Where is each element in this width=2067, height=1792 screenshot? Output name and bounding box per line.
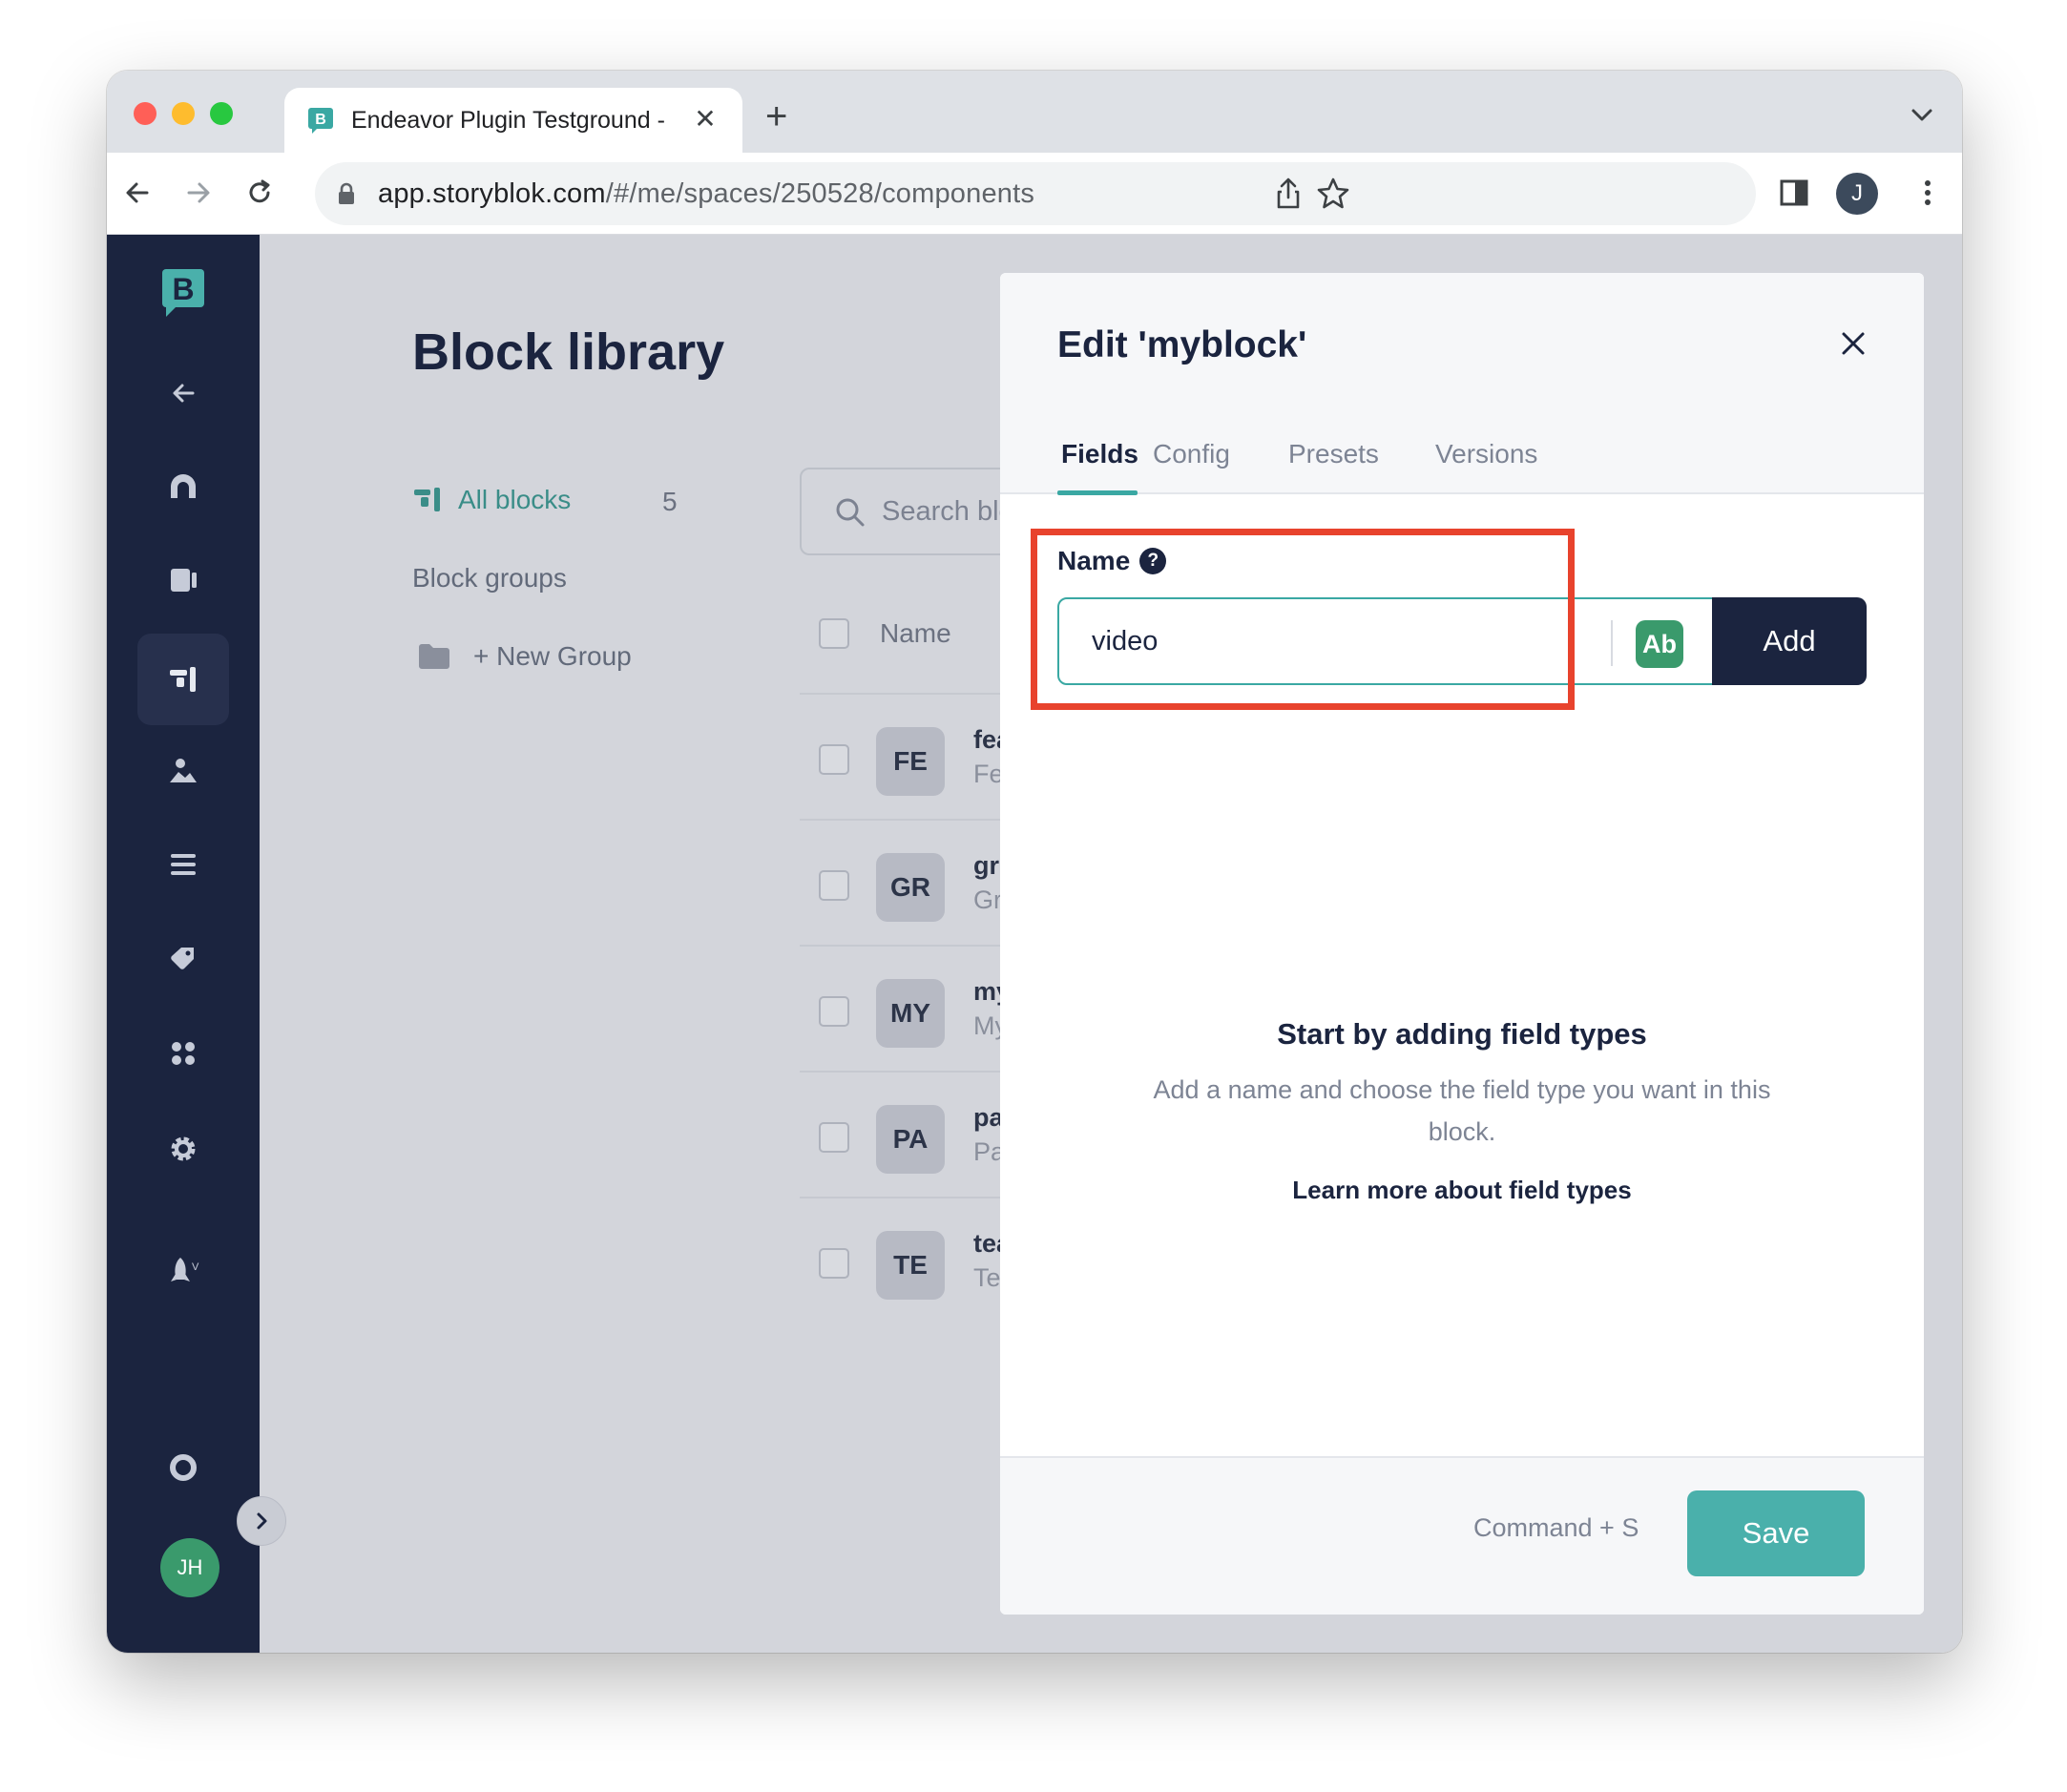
browser-tab[interactable]: B Endeavor Plugin Testground - ✕ [284,88,742,153]
folder-icon [419,644,449,669]
block-groups-heading: Block groups [412,563,567,593]
empty-state-title: Start by adding field types [1277,1017,1647,1051]
input-divider [1611,620,1613,666]
block-badge: GR [876,853,945,922]
close-window-button[interactable] [134,102,157,125]
panel-title: Edit 'myblock' [1057,324,1307,365]
row-checkbox[interactable] [819,744,849,775]
url-text: app.storyblok.com/#/me/spaces/250528/com… [378,178,1034,210]
release-icon[interactable]: V1 [157,1244,210,1298]
storyblok-logo-icon[interactable]: B [155,263,212,321]
browser-toolbar: app.storyblok.com/#/me/spaces/250528/com… [107,153,1962,235]
all-blocks-filter[interactable]: All blocks 5 [412,485,678,516]
forward-icon[interactable] [181,176,216,210]
tab-title: Endeavor Plugin Testground - [351,107,665,134]
browser-window: B Endeavor Plugin Testground - ✕ + app.s… [107,71,1962,1653]
svg-text:B: B [315,112,326,128]
url-host: app.storyblok.com [378,178,606,209]
bookmark-star-icon[interactable] [1315,176,1351,212]
lock-icon [339,182,354,204]
help-icon[interactable] [157,1441,210,1494]
side-panel-icon[interactable] [1777,176,1811,210]
chevron-down-icon[interactable] [1909,103,1935,126]
page-title: Block library [412,323,725,381]
tab-presets[interactable]: Presets [1288,439,1379,469]
user-avatar[interactable]: JH [160,1538,219,1597]
new-group-button[interactable]: + New Group [418,641,632,672]
search-icon [836,498,865,527]
block-library-icon [414,488,440,511]
panel-footer: Command + S Save [1000,1456,1924,1615]
datasources-icon[interactable] [157,838,210,891]
minimize-window-button[interactable] [172,102,195,125]
assets-icon[interactable] [157,744,210,798]
share-icon[interactable] [1271,176,1305,212]
svg-text:V1: V1 [192,1261,199,1273]
chevron-right-icon [257,1512,267,1530]
block-description: Te [973,1263,1001,1292]
row-checkbox[interactable] [819,870,849,901]
expand-sidebar-button[interactable] [237,1496,286,1546]
tags-icon[interactable] [157,931,210,985]
new-group-label: + New Group [473,641,632,671]
new-tab-button[interactable]: + [765,97,787,135]
tab-strip: B Endeavor Plugin Testground - ✕ + [107,71,1962,153]
all-blocks-label: All blocks [458,485,572,514]
storyblok-favicon-icon: B [308,108,333,134]
save-shortcut-hint: Command + S [1473,1513,1639,1542]
save-button[interactable]: Save [1687,1490,1865,1576]
block-badge: MY [876,979,945,1048]
block-description: Gr [973,886,1002,914]
reload-icon[interactable] [242,176,277,210]
block-badge: FE [876,727,945,796]
back-arrow-icon[interactable] [157,366,210,420]
row-checkbox[interactable] [819,1122,849,1153]
annotation-highlight-box [1031,529,1575,710]
logo-letter: B [172,272,194,306]
address-bar[interactable]: app.storyblok.com/#/me/spaces/250528/com… [315,162,1756,225]
table-header: Name [819,618,951,649]
row-checkbox[interactable] [819,1248,849,1279]
empty-state-description: Add a name and choose the field type you… [1153,1075,1771,1146]
block-description: Fe [973,760,1004,788]
learn-more-link[interactable]: Learn more about field types [1000,1176,1924,1205]
panel-header: Edit 'myblock' Fields Config Presets Ver… [1000,273,1924,495]
block-badge: PA [876,1105,945,1174]
block-name: pa [973,1103,1004,1132]
add-field-button[interactable]: Add [1712,597,1867,685]
close-icon[interactable] [1834,324,1872,363]
apps-icon[interactable] [157,1027,210,1080]
column-name-header[interactable]: Name [880,618,951,649]
block-library-icon[interactable] [157,653,210,706]
home-icon[interactable] [157,460,210,513]
tab-fields[interactable]: Fields [1061,439,1138,469]
storyblok-app: B V JH Block library All blocks 5 Block … [107,235,1962,1653]
url-path: /#/me/spaces/250528/components [605,178,1035,209]
active-tab-indicator [1057,490,1138,495]
sidebar: B V JH [107,235,260,1653]
edit-block-panel: Edit 'myblock' Fields Config Presets Ver… [1000,273,1924,1615]
more-menu-icon[interactable] [1910,176,1945,210]
content-icon[interactable] [157,553,210,607]
all-blocks-count: 5 [662,487,678,516]
back-icon[interactable] [120,176,155,210]
profile-avatar[interactable]: J [1836,173,1878,215]
field-type-selector[interactable]: Ab [1636,620,1683,668]
settings-icon[interactable] [157,1122,210,1176]
select-all-checkbox[interactable] [819,618,849,649]
row-checkbox[interactable] [819,996,849,1027]
tab-config[interactable]: Config [1153,439,1230,469]
tab-close-icon[interactable]: ✕ [689,103,721,135]
block-badge: TE [876,1231,945,1300]
maximize-window-button[interactable] [210,102,233,125]
tab-versions[interactable]: Versions [1435,439,1537,469]
